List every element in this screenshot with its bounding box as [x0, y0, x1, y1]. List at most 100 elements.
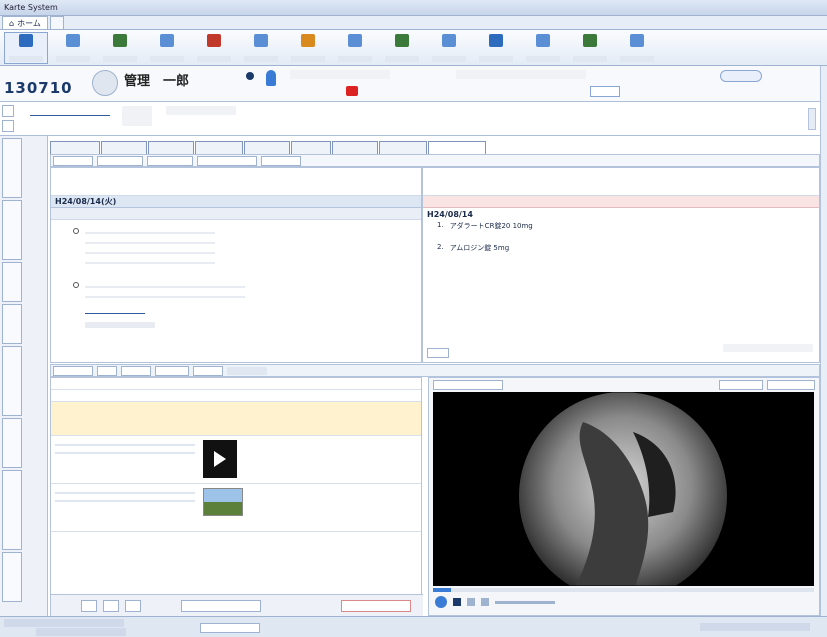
- ribbon-button-8[interactable]: [333, 32, 377, 64]
- toolbar-dropdown-5[interactable]: [261, 155, 301, 166]
- video-frame[interactable]: [433, 392, 814, 586]
- ribbon-label: [526, 55, 560, 62]
- chart-tab-2[interactable]: [101, 140, 147, 154]
- toolbar-dropdown-3[interactable]: [147, 155, 193, 166]
- play-icon[interactable]: [435, 596, 447, 608]
- stop-icon[interactable]: [453, 598, 461, 606]
- file-nav-button[interactable]: [97, 365, 117, 376]
- order-row[interactable]: 1. アダラートCR錠20 10mg: [423, 221, 819, 232]
- side-tab-5[interactable]: [2, 346, 22, 416]
- ribbon-button-5[interactable]: [192, 32, 236, 64]
- delete-button[interactable]: [103, 600, 119, 612]
- volume-slider[interactable]: [495, 600, 555, 604]
- app-tab-home[interactable]: ⌂ ホーム: [2, 16, 48, 29]
- summary-scroll[interactable]: [808, 108, 816, 130]
- summary-date: [166, 106, 236, 115]
- chart-tab-1[interactable]: [50, 140, 100, 154]
- ribbon-icon: [19, 33, 33, 47]
- note-link[interactable]: [85, 308, 145, 314]
- ribbon-button-4[interactable]: [145, 32, 189, 64]
- patient-status-pill[interactable]: [720, 70, 762, 82]
- prev-icon[interactable]: [467, 598, 475, 606]
- summary-bar: [0, 102, 827, 136]
- toolbar-dropdown-4[interactable]: [197, 155, 257, 166]
- ribbon-button-2[interactable]: [51, 32, 95, 64]
- order-header: [423, 196, 819, 208]
- ribbon-button-6[interactable]: [239, 32, 283, 64]
- ribbon-button-3[interactable]: [98, 32, 142, 64]
- ribbon-button-1[interactable]: [4, 31, 48, 64]
- ribbon-label: [432, 55, 466, 62]
- video-progress-track[interactable]: [433, 588, 814, 592]
- note-body[interactable]: [51, 220, 421, 340]
- bullet-icon: [73, 282, 79, 288]
- upload-button[interactable]: [81, 600, 97, 612]
- file-remove-button[interactable]: [341, 600, 411, 612]
- ribbon-button-13[interactable]: [568, 32, 612, 64]
- note-attachment-line: [85, 280, 245, 300]
- side-tab-7[interactable]: [2, 470, 22, 550]
- ribbon-button-12[interactable]: [521, 32, 565, 64]
- status-bar: [0, 616, 827, 637]
- ribbon-button-14[interactable]: [615, 32, 659, 64]
- chart-tab-8[interactable]: [379, 140, 427, 154]
- chart-tab-5[interactable]: [244, 140, 290, 154]
- file-date-button[interactable]: [53, 365, 93, 376]
- ribbon-icon: [395, 33, 409, 47]
- ribbon-toolbar: [0, 30, 827, 66]
- chart-tab-4[interactable]: [195, 140, 243, 154]
- patient-action-button[interactable]: [590, 86, 620, 97]
- toolbar-dropdown-1[interactable]: [53, 155, 93, 166]
- chart-tab-9[interactable]: [428, 140, 486, 154]
- chart-tab-7[interactable]: [332, 140, 378, 154]
- order-date: H24/08/14: [427, 210, 473, 219]
- viewer-edit-button[interactable]: [719, 380, 763, 390]
- order-row[interactable]: 2. アムロジン錠 5mg: [423, 243, 819, 254]
- status-button[interactable]: [200, 623, 260, 633]
- ribbon-label: [197, 55, 231, 62]
- patient-id-block: 130710: [4, 69, 74, 99]
- app-tab-second[interactable]: [49, 16, 64, 29]
- ribbon-icon: [583, 33, 597, 47]
- ribbon-icon: [630, 33, 644, 47]
- note-header: [51, 168, 421, 196]
- file-view-button[interactable]: [193, 365, 223, 376]
- order-edit-button[interactable]: [427, 348, 449, 358]
- left-sidebar: [0, 136, 48, 616]
- file-drop-zone[interactable]: [51, 402, 421, 436]
- file-action-button[interactable]: [181, 600, 261, 612]
- ribbon-button-7[interactable]: [286, 32, 330, 64]
- collapse-button[interactable]: [2, 105, 14, 117]
- ribbon-button-11[interactable]: [474, 32, 518, 64]
- viewer-open-button[interactable]: [433, 380, 503, 390]
- file-item-title: [55, 440, 195, 456]
- summary-link[interactable]: [30, 107, 110, 116]
- expand-button[interactable]: [2, 120, 14, 132]
- status-user: [36, 628, 126, 636]
- side-tab-2[interactable]: [2, 200, 22, 260]
- side-tab-8[interactable]: [2, 552, 22, 602]
- entry-header: [51, 208, 421, 220]
- file-mode-button[interactable]: [121, 365, 151, 376]
- file-list-pane: [50, 377, 423, 616]
- side-tab-4[interactable]: [2, 304, 22, 344]
- chart-tab-3[interactable]: [148, 140, 194, 154]
- ribbon-icon: [254, 33, 268, 47]
- order-row-detail: [423, 254, 819, 265]
- file-item[interactable]: [51, 484, 421, 532]
- side-tab-3[interactable]: [2, 262, 22, 302]
- ribbon-icon: [160, 33, 174, 47]
- note-text-block: [85, 226, 215, 272]
- export-button[interactable]: [125, 600, 141, 612]
- ribbon-button-10[interactable]: [427, 32, 471, 64]
- file-item[interactable]: [51, 436, 421, 484]
- toolbar-dropdown-2[interactable]: [97, 155, 143, 166]
- side-tab-1[interactable]: [2, 138, 22, 198]
- side-tab-6[interactable]: [2, 418, 22, 468]
- next-icon[interactable]: [481, 598, 489, 606]
- viewer-save-button[interactable]: [767, 380, 815, 390]
- file-filter-button[interactable]: [155, 365, 189, 376]
- ribbon-button-9[interactable]: [380, 32, 424, 64]
- alert-icon: [346, 86, 358, 96]
- chart-tab-6[interactable]: [291, 140, 331, 154]
